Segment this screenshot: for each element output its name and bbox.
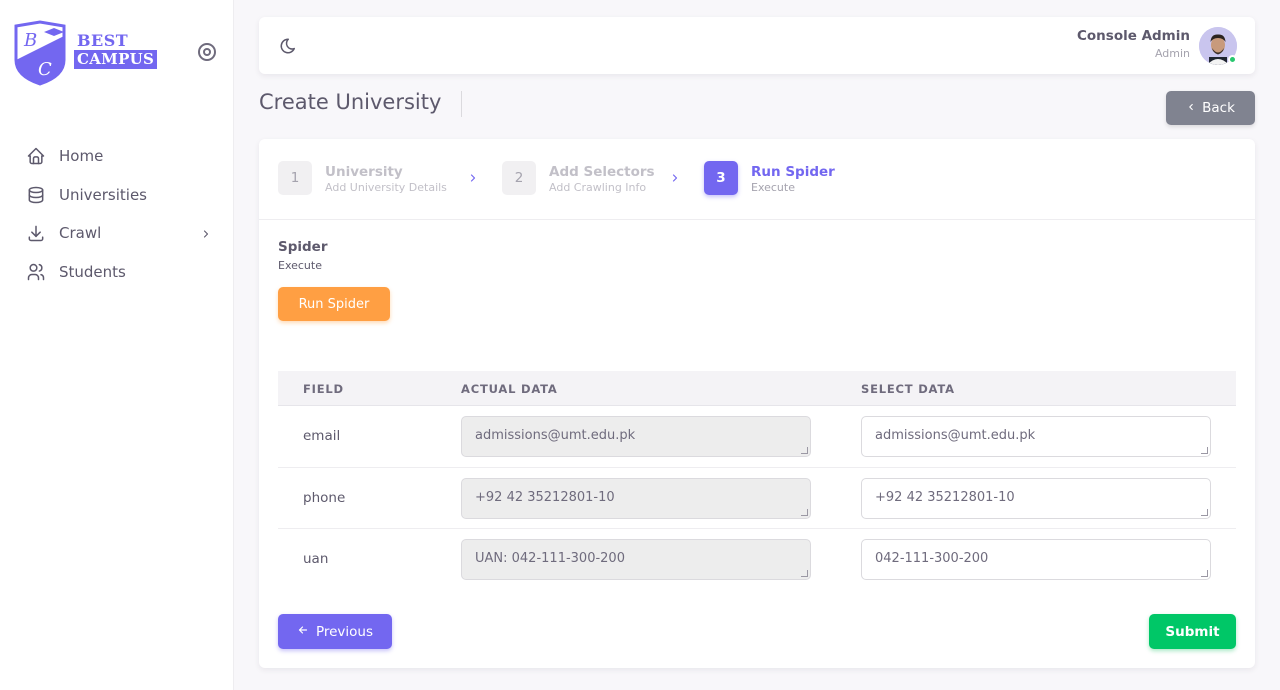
chevron-right-icon	[669, 172, 681, 188]
section-subtitle: Execute	[278, 259, 322, 272]
sidebar-item-universities[interactable]: Universities	[14, 176, 220, 214]
actual-data-textarea[interactable]: UAN: 042-111-300-200	[461, 539, 811, 580]
section-title: Spider	[278, 239, 328, 255]
brand-line1: BEST	[77, 31, 129, 50]
sidebar-item-label: Universities	[59, 185, 148, 204]
chevron-left-icon	[1186, 101, 1196, 115]
column-header-field: FIELD	[303, 382, 344, 396]
download-icon	[26, 223, 46, 243]
table-row: email admissions@umt.edu.pk admissions@u…	[278, 406, 1236, 468]
shield-logo-icon: B C	[14, 20, 66, 86]
sidebar-menu: Home Universities Crawl Students	[14, 137, 220, 291]
step-number: 2	[502, 161, 536, 195]
sidebar-item-label: Crawl	[59, 224, 102, 242]
previous-button-label: Previous	[315, 623, 374, 640]
chevron-right-icon	[467, 172, 479, 188]
column-header-actual: ACTUAL DATA	[461, 382, 558, 396]
select-data-textarea[interactable]: 042-111-300-200	[861, 539, 1211, 580]
table-row: uan UAN: 042-111-300-200 042-111-300-200	[278, 529, 1236, 591]
sidebar: B C BEST CAMPUS Home Universities Crawl …	[0, 0, 234, 690]
submit-button[interactable]: Submit	[1149, 614, 1236, 649]
select-data-textarea[interactable]: +92 42 35212801-10	[861, 477, 1211, 519]
title-divider	[461, 91, 462, 117]
stepper: 1 University Add University Details 2 Ad…	[259, 139, 1255, 220]
step-number: 3	[704, 161, 738, 195]
step-number: 1	[278, 161, 312, 195]
back-button-label: Back	[1202, 100, 1235, 116]
field-name: phone	[303, 489, 346, 506]
svg-text:B: B	[23, 30, 37, 51]
step-university[interactable]: 1 University Add University Details	[278, 161, 447, 195]
users-icon	[26, 262, 46, 282]
sidebar-item-label: Home	[59, 147, 104, 165]
arrow-left-icon	[297, 624, 309, 640]
step-add-selectors[interactable]: 2 Add Selectors Add Crawling Info	[502, 161, 655, 195]
previous-button[interactable]: Previous	[278, 614, 392, 649]
step-title: Run Spider	[751, 164, 835, 180]
online-status-dot	[1228, 55, 1237, 64]
sidebar-item-crawl[interactable]: Crawl	[14, 214, 220, 252]
field-name: uan	[303, 551, 329, 567]
table-row: phone +92 42 35212801-10 +92 42 35212801…	[278, 468, 1236, 529]
svg-text:C: C	[38, 59, 52, 80]
wizard-card: 1 University Add University Details 2 Ad…	[259, 139, 1255, 668]
chevron-right-icon	[200, 226, 212, 244]
field-name: email	[303, 428, 341, 444]
step-title: Add Selectors	[549, 164, 655, 180]
actual-data-textarea[interactable]: +92 42 35212801-10	[461, 477, 811, 519]
run-spider-button[interactable]: Run Spider	[278, 287, 390, 321]
actual-data-textarea[interactable]: admissions@umt.edu.pk	[461, 416, 811, 457]
sidebar-item-label: Students	[59, 262, 126, 281]
moon-icon[interactable]	[279, 37, 297, 59]
top-navbar: Console Admin Admin	[259, 17, 1255, 74]
step-subtitle: Add Crawling Info	[549, 181, 647, 194]
column-header-select: SELECT DATA	[861, 382, 955, 396]
database-icon	[26, 185, 46, 205]
step-subtitle: Add University Details	[325, 181, 447, 194]
sidebar-item-home[interactable]: Home	[14, 137, 220, 175]
sidebar-toggle-icon[interactable]	[198, 43, 216, 61]
step-run-spider[interactable]: 3 Run Spider Execute	[704, 161, 835, 195]
sidebar-item-students[interactable]: Students	[14, 253, 220, 291]
step-title: University	[325, 164, 403, 180]
select-data-textarea[interactable]: admissions@umt.edu.pk	[861, 416, 1211, 457]
user-name: Console Admin	[1076, 28, 1190, 44]
home-icon	[26, 146, 46, 166]
back-button[interactable]: Back	[1166, 91, 1255, 125]
table-header: FIELD ACTUAL DATA SELECT DATA	[278, 371, 1236, 406]
data-table: FIELD ACTUAL DATA SELECT DATA email admi…	[278, 371, 1236, 591]
page-title: Create University	[259, 90, 442, 114]
brand-logo[interactable]: B C BEST CAMPUS	[12, 20, 158, 86]
brand-line2: CAMPUS	[74, 50, 158, 69]
step-subtitle: Execute	[751, 181, 795, 194]
user-role: Admin	[1154, 47, 1190, 60]
